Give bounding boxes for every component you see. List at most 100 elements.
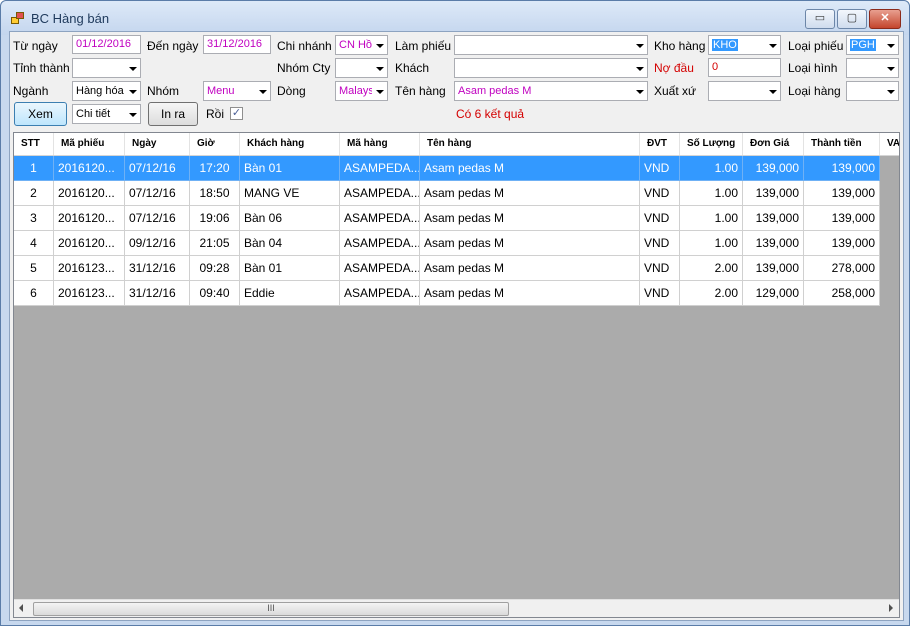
table-cell[interactable]: Eddie [240,281,340,306]
dropdown-arrow-icon[interactable] [765,36,780,54]
table-cell[interactable]: Asam pedas M [420,181,640,206]
chi-nhanh-select[interactable]: CN Hồ [335,35,388,55]
dropdown-arrow-icon[interactable] [125,59,140,77]
column-header[interactable]: Tên hàng [420,133,640,155]
column-header[interactable]: Số Lượng [680,133,743,155]
table-cell[interactable]: Bàn 06 [240,206,340,231]
column-header[interactable]: Mã hàng [340,133,420,155]
nhom-select[interactable]: Menu [203,81,271,101]
table-cell[interactable]: ASAMPEDA... [340,256,420,281]
nhom-cty-select[interactable] [335,58,388,78]
dropdown-arrow-icon[interactable] [255,82,270,100]
table-cell[interactable]: MANG VE [240,181,340,206]
table-cell[interactable]: Asam pedas M [420,156,640,181]
table-row[interactable]: 3 2016120... 07/12/16 19:06 Bàn 06 ASAMPEDA..… [14,206,880,231]
no-dau-input[interactable]: 0 [708,58,781,77]
table-cell[interactable]: 139,000 [804,206,880,231]
table-row[interactable]: 4 2016120... 09/12/16 21:05 Bàn 04 ASAMPEDA..… [14,231,880,256]
table-cell[interactable]: 1.00 [680,156,743,181]
table-cell[interactable]: 139,000 [743,181,804,206]
dropdown-arrow-icon[interactable] [883,59,898,77]
table-cell[interactable]: ASAMPEDA... [340,181,420,206]
table-cell[interactable]: 07/12/16 [125,181,190,206]
table-cell[interactable]: 2.00 [680,281,743,306]
column-header[interactable]: Thành tiền [804,133,880,155]
roi-checkbox[interactable]: ✓ [230,107,243,120]
table-cell[interactable]: 2016120... [54,231,125,256]
table-cell[interactable]: 1.00 [680,206,743,231]
dropdown-arrow-icon[interactable] [883,36,898,54]
table-cell[interactable]: Bàn 04 [240,231,340,256]
khach-select[interactable] [454,58,648,78]
xuat-xu-select[interactable] [708,81,781,101]
table-cell[interactable]: 2016120... [54,206,125,231]
scroll-thumb[interactable]: III [33,602,509,616]
table-cell[interactable]: ASAMPEDA... [340,281,420,306]
table-cell[interactable]: 07/12/16 [125,206,190,231]
table-cell[interactable]: 31/12/16 [125,256,190,281]
scroll-left-icon[interactable] [19,604,23,612]
table-cell[interactable]: 129,000 [743,281,804,306]
table-cell[interactable]: 19:06 [190,206,240,231]
dropdown-arrow-icon[interactable] [632,59,647,77]
dropdown-arrow-icon[interactable] [125,105,140,123]
table-cell[interactable]: 5 [14,256,54,281]
column-header[interactable]: Khách hàng [240,133,340,155]
table-cell[interactable]: 139,000 [743,156,804,181]
table-cell[interactable]: 2.00 [680,256,743,281]
loai-hang-select[interactable] [846,81,899,101]
table-cell[interactable]: 139,000 [743,206,804,231]
table-cell[interactable]: 31/12/16 [125,281,190,306]
table-cell[interactable]: 258,000 [804,281,880,306]
column-header[interactable]: Đơn Giá [743,133,804,155]
table-cell[interactable]: 139,000 [804,231,880,256]
table-cell[interactable]: 1.00 [680,231,743,256]
column-header[interactable]: Giờ [190,133,240,155]
table-cell[interactable]: 2 [14,181,54,206]
table-row[interactable]: 6 2016123... 31/12/16 09:40 Eddie ASAMPEDA...… [14,281,880,306]
che-do-select[interactable]: Chi tiết [72,104,141,124]
table-cell[interactable]: 1.00 [680,181,743,206]
table-cell[interactable]: ASAMPEDA... [340,156,420,181]
table-cell[interactable]: 09:28 [190,256,240,281]
den-ngay-input[interactable]: 31/12/2016 [203,35,271,54]
table-cell[interactable]: Asam pedas M [420,231,640,256]
title-bar[interactable]: BC Hàng bán ▭ ▢ ✕ [1,1,909,35]
table-cell[interactable]: 18:50 [190,181,240,206]
close-button[interactable]: ✕ [869,9,901,29]
table-cell[interactable]: 2016123... [54,256,125,281]
table-cell[interactable]: 139,000 [804,156,880,181]
table-row[interactable]: 5 2016123... 31/12/16 09:28 Bàn 01 ASAMPEDA..… [14,256,880,281]
table-cell[interactable]: Asam pedas M [420,256,640,281]
table-cell[interactable]: 4 [14,231,54,256]
maximize-button[interactable]: ▢ [837,9,867,29]
table-cell[interactable]: 2016120... [54,181,125,206]
in-ra-button[interactable]: In ra [148,102,198,126]
table-cell[interactable]: VND [640,281,680,306]
dropdown-arrow-icon[interactable] [372,36,387,54]
table-cell[interactable]: 21:05 [190,231,240,256]
dropdown-arrow-icon[interactable] [125,82,140,100]
xem-button[interactable]: Xem [14,102,67,126]
table-cell[interactable]: VND [640,181,680,206]
horizontal-scrollbar[interactable]: III [14,599,899,617]
table-cell[interactable]: VND [640,156,680,181]
table-cell[interactable]: ASAMPEDA... [340,206,420,231]
table-cell[interactable]: Asam pedas M [420,281,640,306]
table-cell[interactable]: 278,000 [804,256,880,281]
results-grid[interactable]: STT Mã phiếu Ngày Giờ Khách hàng Mã hàng Tên h… [13,132,900,618]
table-cell[interactable]: 6 [14,281,54,306]
table-cell[interactable]: ASAMPEDA... [340,231,420,256]
table-cell[interactable]: 3 [14,206,54,231]
table-cell[interactable]: 17:20 [190,156,240,181]
table-cell[interactable]: Asam pedas M [420,206,640,231]
minimize-button[interactable]: ▭ [805,9,835,29]
dropdown-arrow-icon[interactable] [883,82,898,100]
table-cell[interactable]: VND [640,231,680,256]
column-header[interactable]: STT [14,133,54,155]
column-header[interactable]: Mã phiếu [54,133,125,155]
tinh-thanh-select[interactable] [72,58,141,78]
dropdown-arrow-icon[interactable] [372,82,387,100]
column-header[interactable]: ĐVT [640,133,680,155]
scroll-right-icon[interactable] [889,604,893,612]
